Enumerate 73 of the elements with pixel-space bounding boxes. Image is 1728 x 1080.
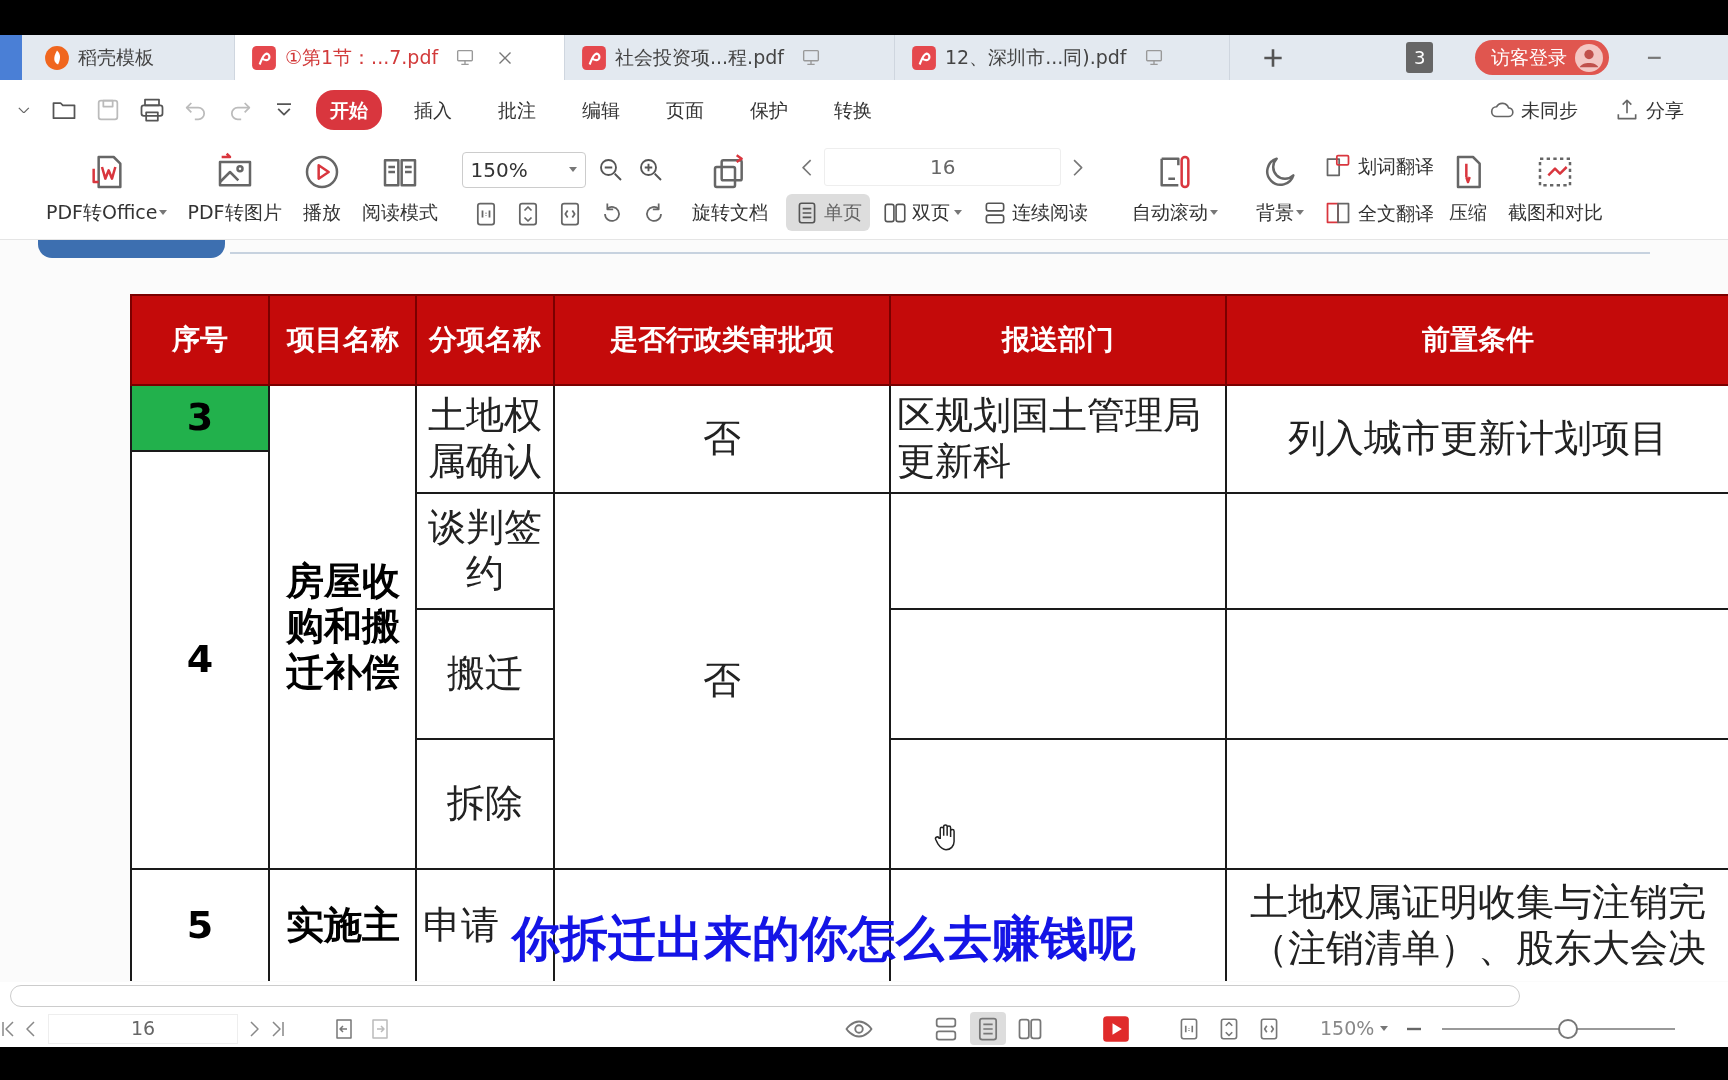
view-mode-button[interactable]: 单页 <box>785 194 870 231</box>
column-header: 前置条件 <box>1226 295 1728 385</box>
minus-icon <box>1647 55 1663 60</box>
convert-to-image-button[interactable]: PDF转图片 <box>177 152 292 227</box>
table-cell: 房屋收购和搬迁补偿 <box>269 385 416 869</box>
chevron-right-button[interactable] <box>1073 158 1085 176</box>
chevron-left-icon <box>801 158 813 176</box>
table-cell: 否 <box>554 493 890 869</box>
screenshot-compare-button[interactable]: 截图和对比 <box>1497 152 1613 227</box>
row-number-cell: 3 <box>131 385 269 451</box>
reading-mode-button[interactable]: 阅读模式 <box>351 152 448 227</box>
column-header: 是否行政类审批项 <box>554 295 890 385</box>
rotate-document-button[interactable]: 旋转文档 <box>681 152 778 227</box>
slider-thumb[interactable] <box>1558 1018 1579 1039</box>
chevron-right-icon <box>1073 158 1085 176</box>
ribbon-tab[interactable]: 保护 <box>735 89 802 131</box>
row-number-cell: 4 <box>131 451 269 869</box>
pdf-file-icon <box>251 44 277 71</box>
table-cell: 谈判签约 <box>416 493 554 609</box>
page-number-field[interactable]: 16 <box>48 1013 238 1044</box>
avatar-icon <box>1575 43 1604 72</box>
window-count-badge[interactable]: 3 <box>1406 42 1434 73</box>
chevron-left-icon <box>26 1020 36 1037</box>
ribbon-tab[interactable]: 插入 <box>399 89 466 131</box>
login-button[interactable]: 访客登录 <box>1475 40 1610 75</box>
minus-button[interactable] <box>1406 1026 1423 1031</box>
document-tab[interactable]: ①第1节：...7.pdf <box>235 35 565 80</box>
column-header: 项目名称 <box>269 295 416 385</box>
caret-icon <box>568 167 577 172</box>
sync-button[interactable]: 未同步 <box>1485 93 1582 127</box>
column-header: 报送部门 <box>890 295 1226 385</box>
view-mode-button[interactable] <box>970 1011 1006 1046</box>
last-page-icon <box>272 1020 284 1037</box>
column-header: 序号 <box>131 295 269 385</box>
ribbon-tab[interactable]: 批注 <box>483 89 550 131</box>
chevron-right-icon <box>250 1020 260 1037</box>
chevron-left-icon <box>2 1020 14 1037</box>
background-button[interactable]: 背景 <box>1245 152 1314 227</box>
chevron-right-button[interactable] <box>250 1020 260 1037</box>
compress-button[interactable]: 压缩 <box>1437 152 1498 227</box>
auto-scroll-button[interactable]: 自动滚动 <box>1121 152 1228 227</box>
ribbon-tab[interactable]: 转换 <box>819 89 886 131</box>
chevron-icon <box>18 106 30 114</box>
table-cell: 土地权属确认 <box>416 385 554 493</box>
share-button[interactable]: 分享 <box>1610 93 1688 127</box>
chevron-left-button[interactable] <box>26 1020 36 1037</box>
zoom-select[interactable]: 150% <box>1316 1012 1393 1045</box>
column-header: 分项名称 <box>416 295 554 385</box>
convert-to-office-button[interactable]: PDF转Office <box>36 152 178 227</box>
slideshow-button[interactable] <box>1102 1014 1130 1043</box>
pdf-file-icon <box>581 44 607 71</box>
play-button[interactable]: 播放 <box>291 152 352 227</box>
play-icon <box>1102 1014 1130 1043</box>
table-cell: 区规划国土管理局更新科 <box>890 385 1226 493</box>
minus-icon <box>1406 1026 1423 1031</box>
caret-icon <box>1380 1026 1389 1031</box>
ribbon-tab[interactable]: 开始 <box>315 89 382 131</box>
word-translate-button[interactable]: 划词翻译 <box>1319 150 1438 183</box>
ribbon-tab[interactable]: 编辑 <box>567 89 634 131</box>
table-cell: 否 <box>554 385 890 493</box>
chevron-left-button[interactable] <box>801 158 813 176</box>
page-number-field[interactable]: 16 <box>824 148 1062 187</box>
view-mode-button[interactable]: 连续阅读 <box>973 194 1096 231</box>
flame-logo-icon <box>44 44 70 71</box>
chevron-button[interactable] <box>18 106 30 114</box>
pdf-file-icon <box>911 44 937 71</box>
full-translate-button[interactable]: 全文翻译 <box>1319 196 1438 229</box>
last-page-button[interactable] <box>272 1020 284 1037</box>
scrollbar[interactable] <box>10 985 1520 1007</box>
ribbon-tab[interactable]: 页面 <box>651 89 718 131</box>
chevron-left-button[interactable] <box>2 1020 14 1037</box>
view-mode-button[interactable]: 双页 <box>873 194 970 231</box>
zoom-select[interactable]: 150% <box>461 151 586 188</box>
